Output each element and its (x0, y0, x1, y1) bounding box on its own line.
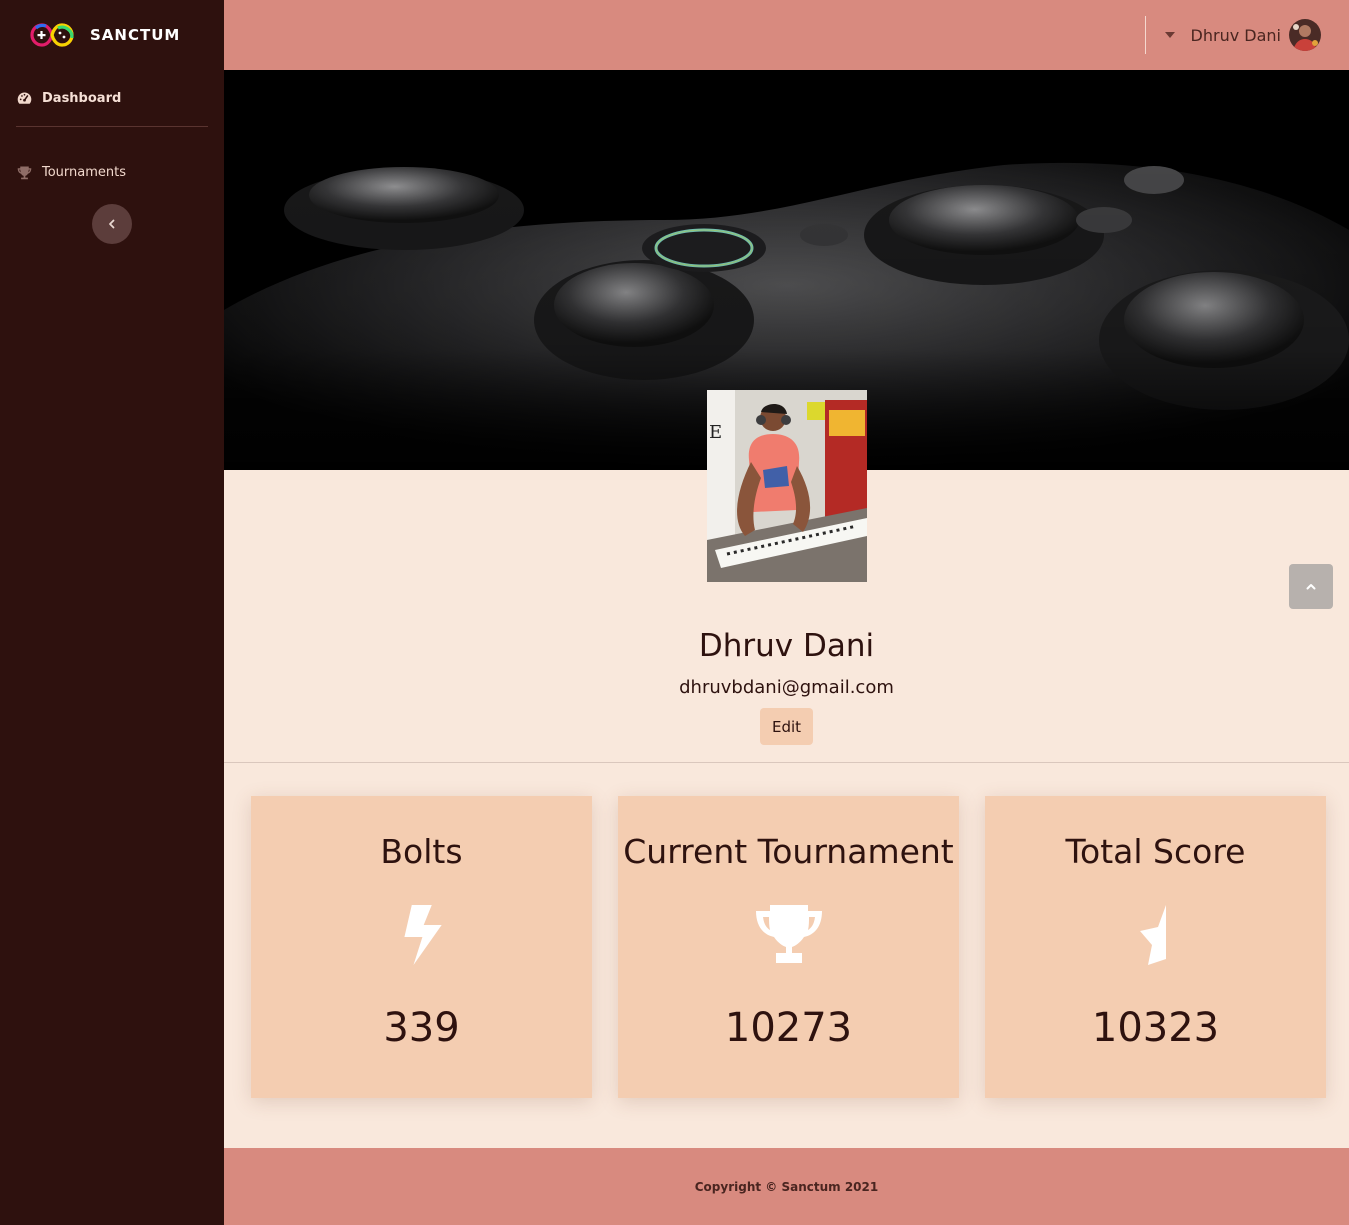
chevron-up-icon (1306, 583, 1316, 589)
stat-card-title: Total Score (1065, 832, 1246, 871)
scroll-to-top-button[interactable] (1289, 564, 1333, 609)
sidebar-item-label: Tournaments (42, 164, 127, 180)
sanctum-logo (30, 23, 74, 47)
sidebar-item-dashboard[interactable]: Dashboard (0, 70, 224, 126)
avatar[interactable] (1289, 19, 1321, 51)
user-name: Dhruv Dani (1190, 25, 1281, 45)
stat-card-value: 10273 (724, 1005, 853, 1051)
svg-text:E: E (709, 422, 722, 443)
sidebar-item-tournaments[interactable]: Tournaments (0, 144, 224, 200)
topbar-divider (1145, 16, 1146, 54)
topbar: Dhruv Dani (224, 0, 1349, 70)
profile-photo-image: E (707, 390, 867, 582)
brand[interactable]: SANCTUM (0, 0, 224, 70)
stat-card-bolts: Bolts 339 (251, 796, 592, 1098)
stat-card-current-tournament: Current Tournament 10273 (618, 796, 959, 1098)
user-menu[interactable]: Dhruv Dani (1164, 18, 1321, 52)
star-half-icon (1139, 905, 1166, 965)
stat-card-value: 10323 (1091, 1005, 1220, 1051)
copyright-text: Copyright © Sanctum 2021 (694, 1179, 879, 1194)
trophy-icon (17, 166, 32, 179)
stat-card-total-score: Total Score 10323 (985, 796, 1326, 1098)
stat-card-title: Current Tournament (623, 832, 954, 871)
stat-card-value: 339 (383, 1005, 460, 1051)
trophy-icon (755, 905, 822, 963)
brand-name: SANCTUM (90, 26, 181, 44)
tachometer-icon (17, 92, 32, 104)
sidebar-item-label: Dashboard (42, 90, 122, 106)
profile-email: dhruvbdani@gmail.com (679, 677, 894, 698)
section-divider (224, 762, 1349, 763)
edit-profile-button[interactable]: Edit (760, 708, 813, 745)
stat-card-title: Bolts (380, 832, 463, 871)
avatar-image (1289, 19, 1321, 51)
sidebar-toggle-button[interactable] (92, 204, 132, 244)
caret-down-icon (1164, 32, 1175, 38)
bolt-icon (403, 905, 442, 965)
sidebar: SANCTUM Dashboard Tournaments (0, 0, 224, 1225)
chevron-left-icon (109, 219, 115, 229)
profile-name: Dhruv Dani (698, 628, 875, 664)
footer: Copyright © Sanctum 2021 (224, 1148, 1349, 1225)
profile-photo: E (707, 390, 867, 582)
